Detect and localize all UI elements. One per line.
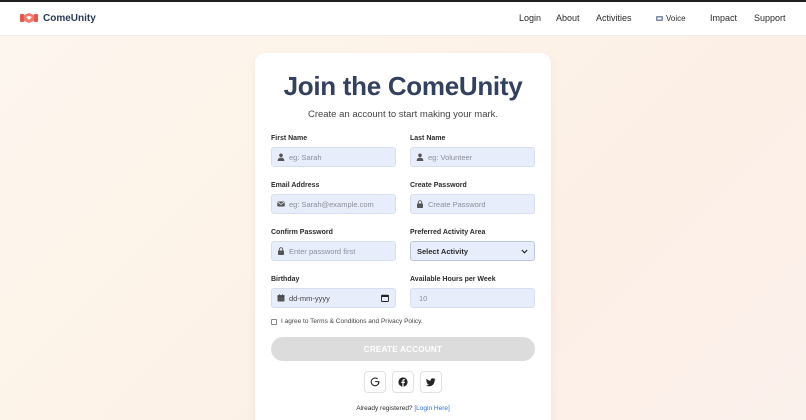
envelope-icon — [277, 201, 285, 207]
email-label: Email Address — [271, 182, 320, 189]
terms-checkbox[interactable] — [271, 318, 277, 325]
hours-label: Available Hours per Week — [410, 276, 496, 283]
last-name-field[interactable] — [410, 147, 535, 167]
handshake-icon — [20, 13, 38, 23]
email-field[interactable] — [271, 194, 396, 214]
google-button[interactable] — [364, 371, 386, 393]
confirm-password-label: Confirm Password — [271, 229, 333, 236]
last-name-label: Last Name — [410, 135, 446, 142]
brand-name: ComeUnity — [43, 12, 96, 24]
navbar: ComeUnity Login About Activities Voice I… — [0, 2, 806, 36]
user-icon — [416, 153, 424, 161]
nav-login[interactable]: Login — [519, 13, 541, 23]
nav-voice-label: Voice — [666, 14, 686, 23]
twitter-button[interactable] — [420, 371, 442, 393]
signup-card: Join the ComeUnity Create an account to … — [255, 53, 551, 420]
already-registered: Already registered? [Login Here] — [255, 405, 551, 412]
password-label: Create Password — [410, 182, 467, 189]
terms-text: I agree to Terms & Conditions and Privac… — [281, 318, 423, 325]
first-name-field[interactable] — [271, 147, 396, 167]
nav-impact[interactable]: Impact — [710, 13, 737, 23]
google-icon — [370, 377, 380, 387]
terms-agreement: I agree to Terms & Conditions and Privac… — [271, 318, 423, 325]
nav-support[interactable]: Support — [754, 13, 786, 23]
last-name-input[interactable] — [424, 152, 534, 162]
first-name-input[interactable] — [285, 152, 395, 162]
page-title: Join the ComeUnity — [283, 71, 523, 101]
chevron-down-icon — [521, 249, 528, 254]
brand[interactable]: ComeUnity — [20, 11, 96, 25]
nav-about[interactable]: About — [556, 13, 580, 23]
password-input[interactable] — [424, 199, 534, 209]
confirm-password-input[interactable] — [285, 246, 395, 256]
facebook-icon — [398, 377, 408, 387]
birthday-label: Birthday — [271, 276, 300, 283]
voice-icon — [656, 16, 663, 21]
activity-area-value: Select Activity — [417, 246, 468, 256]
activity-area-label: Preferred Activity Area — [410, 229, 486, 236]
calendar-picker-icon[interactable] — [381, 294, 389, 302]
activity-area-select[interactable]: Select Activity — [410, 241, 535, 261]
hours-field[interactable]: 10 — [410, 288, 535, 308]
lock-icon — [417, 200, 423, 208]
already-registered-text: Already registered? — [356, 405, 413, 412]
lock-icon — [278, 247, 284, 255]
nav-voice[interactable]: Voice — [656, 14, 686, 23]
facebook-button[interactable] — [392, 371, 414, 393]
password-field[interactable] — [410, 194, 535, 214]
email-input[interactable] — [285, 199, 395, 209]
calendar-icon — [277, 294, 285, 302]
hours-value: 10 — [419, 293, 428, 303]
user-icon — [277, 153, 285, 161]
page-subtitle: Create an account to start making your m… — [307, 109, 499, 120]
create-account-button[interactable]: CREATE ACCOUNT — [271, 337, 535, 361]
nav-activities[interactable]: Activities — [596, 13, 632, 23]
twitter-icon — [426, 378, 436, 387]
first-name-label: First Name — [271, 135, 308, 142]
birthday-value: dd-mm-yyyy — [289, 293, 330, 303]
confirm-password-field[interactable] — [271, 241, 396, 261]
login-here-link[interactable]: [Login Here] — [414, 405, 449, 412]
birthday-field[interactable]: dd-mm-yyyy — [271, 288, 396, 308]
